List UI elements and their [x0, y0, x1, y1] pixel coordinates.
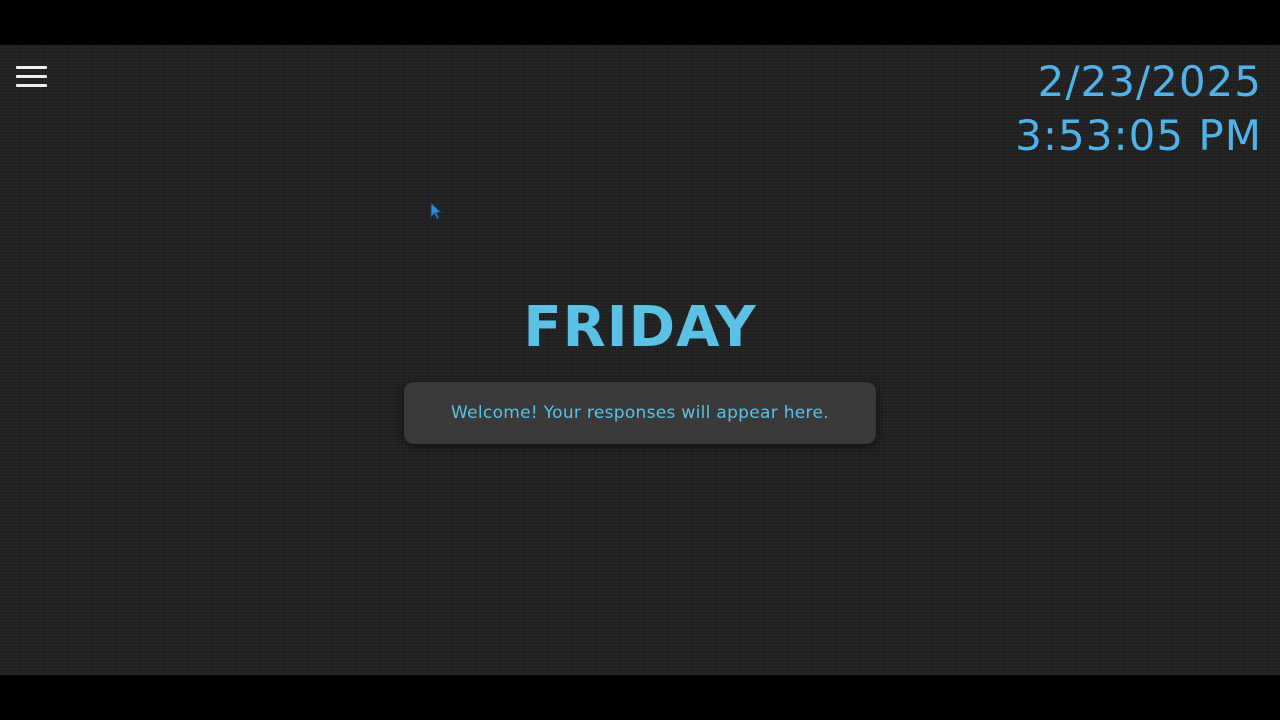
menu-icon-bar	[16, 66, 47, 69]
menu-button[interactable]	[16, 66, 48, 92]
response-text: Welcome! Your responses will appear here…	[451, 403, 829, 423]
response-panel: Welcome! Your responses will appear here…	[404, 382, 876, 444]
menu-icon-bar	[16, 75, 47, 78]
page-title: FRIDAY	[523, 295, 757, 360]
time-display: 3:53:05 PM	[1015, 111, 1262, 160]
date-display: 2/23/2025	[1037, 57, 1262, 106]
letterbox-bottom	[0, 675, 1280, 720]
mouse-cursor-icon	[430, 202, 443, 220]
app-screen: 2/23/2025 3:53:05 PM FRIDAY Welcome! You…	[0, 45, 1280, 675]
clock-display: 2/23/2025 3:53:05 PM	[1015, 55, 1262, 163]
menu-icon-bar	[16, 84, 47, 87]
letterbox-top	[0, 0, 1280, 45]
